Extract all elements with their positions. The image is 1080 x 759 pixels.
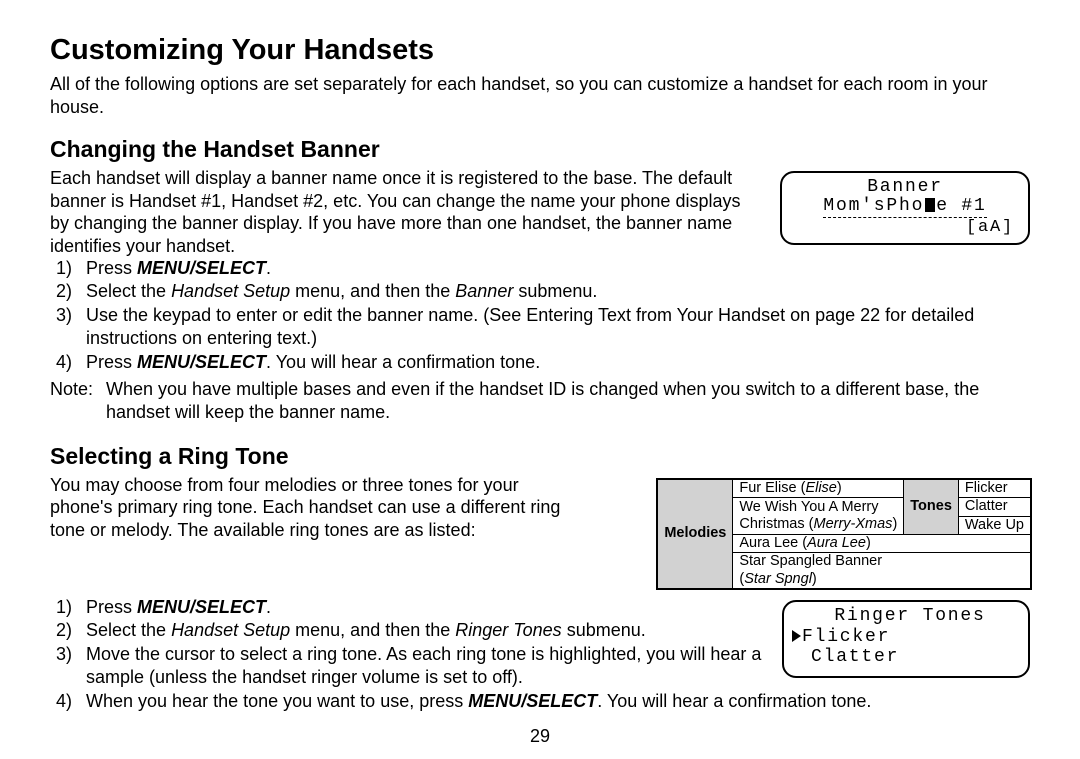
section-banner: Changing the Handset Banner Banner Mom's… (50, 136, 1032, 425)
text: submenu. (562, 620, 646, 640)
banner-note: Note: When you have multiple bases and e… (50, 378, 1032, 425)
ringtone-step-4: When you hear the tone you want to use, … (80, 690, 1032, 713)
heading-banner: Changing the Handset Banner (50, 136, 1032, 163)
lcd-banner-line2-left: Mom'sPho (823, 196, 924, 216)
intro-text: All of the following options are set sep… (50, 73, 1032, 118)
lcd-banner-line3: [aA] (782, 219, 1028, 237)
banner-step-2: Select the Handset Setup menu, and then … (80, 280, 1032, 303)
ringtone-table: Melodies Fur Elise (Elise) Tones Flicker… (656, 478, 1032, 590)
manual-page: Customizing Your Handsets All of the fol… (0, 0, 1080, 759)
melody-3: Aura Lee (Aura Lee) (733, 534, 1031, 552)
section-ringtone: Selecting a Ring Tone Melodies Fur Elise… (50, 443, 1032, 713)
banner-para: Each handset will display a banner name … (50, 167, 760, 257)
ringtone-step-2: Select the Handset Setup menu, and then … (80, 619, 1032, 642)
key-label: MENU/SELECT (137, 597, 266, 617)
text: menu, and then the (290, 620, 455, 640)
ringtone-step-3: Move the cursor to select a ring tone. A… (80, 643, 1032, 690)
text: . You will hear a confirmation tone. (597, 691, 871, 711)
key-label: MENU/SELECT (137, 258, 266, 278)
melody-4: Star Spangled Banner (Star Spngl) (733, 553, 1031, 589)
lcd-banner-line1: Banner (782, 178, 1028, 197)
heading-ringtone: Selecting a Ring Tone (50, 443, 1032, 470)
text: When you hear the tone you want to use, … (86, 691, 468, 711)
cursor-icon (925, 198, 935, 212)
banner-step-3: Use the keypad to enter or edit the bann… (80, 304, 1032, 351)
banner-steps: Press MENU/SELECT. Select the Handset Se… (50, 257, 1032, 374)
text: Press (86, 352, 137, 372)
menu-name: Handset Setup (171, 620, 290, 640)
banner-step-4: Press MENU/SELECT. You will hear a confi… (80, 351, 1032, 374)
page-title: Customizing Your Handsets (50, 34, 1032, 67)
text: Select the (86, 281, 171, 301)
text: submenu. (513, 281, 597, 301)
text: . (266, 258, 271, 278)
banner-step-1: Press MENU/SELECT. (80, 257, 1032, 280)
submenu-name: Banner (455, 281, 513, 301)
text: Select the (86, 620, 171, 640)
lcd-banner: Banner Mom'sPho e #1 [aA] (780, 171, 1030, 245)
text: . (266, 597, 271, 617)
tone-3: Wake Up (958, 516, 1031, 534)
text: Press (86, 597, 137, 617)
menu-name: Handset Setup (171, 281, 290, 301)
note-label: Note: (50, 378, 106, 425)
key-label: MENU/SELECT (468, 691, 597, 711)
tones-header: Tones (904, 479, 959, 535)
melodies-header: Melodies (657, 479, 733, 589)
page-number: 29 (0, 726, 1080, 747)
lcd-banner-line2: Mom'sPho e #1 (782, 197, 1028, 218)
ringtone-step-1: Press MENU/SELECT. (80, 596, 1032, 619)
melody-1: Fur Elise (Elise) (733, 479, 904, 498)
ringtone-para: You may choose from four melodies or thr… (50, 474, 580, 542)
note-text: When you have multiple bases and even if… (106, 378, 1032, 425)
key-label: MENU/SELECT (137, 352, 266, 372)
text: Press (86, 258, 137, 278)
tone-1: Flicker (958, 479, 1031, 498)
lcd-banner-line2-right: e #1 (936, 196, 986, 216)
melody-2: We Wish You A Merry Christmas (Merry-Xma… (733, 498, 904, 535)
text: menu, and then the (290, 281, 455, 301)
submenu-name: Ringer Tones (455, 620, 561, 640)
ringtone-steps: Press MENU/SELECT. Select the Handset Se… (50, 596, 1032, 713)
tone-2: Clatter (958, 498, 1031, 516)
text: . You will hear a confirmation tone. (266, 352, 540, 372)
